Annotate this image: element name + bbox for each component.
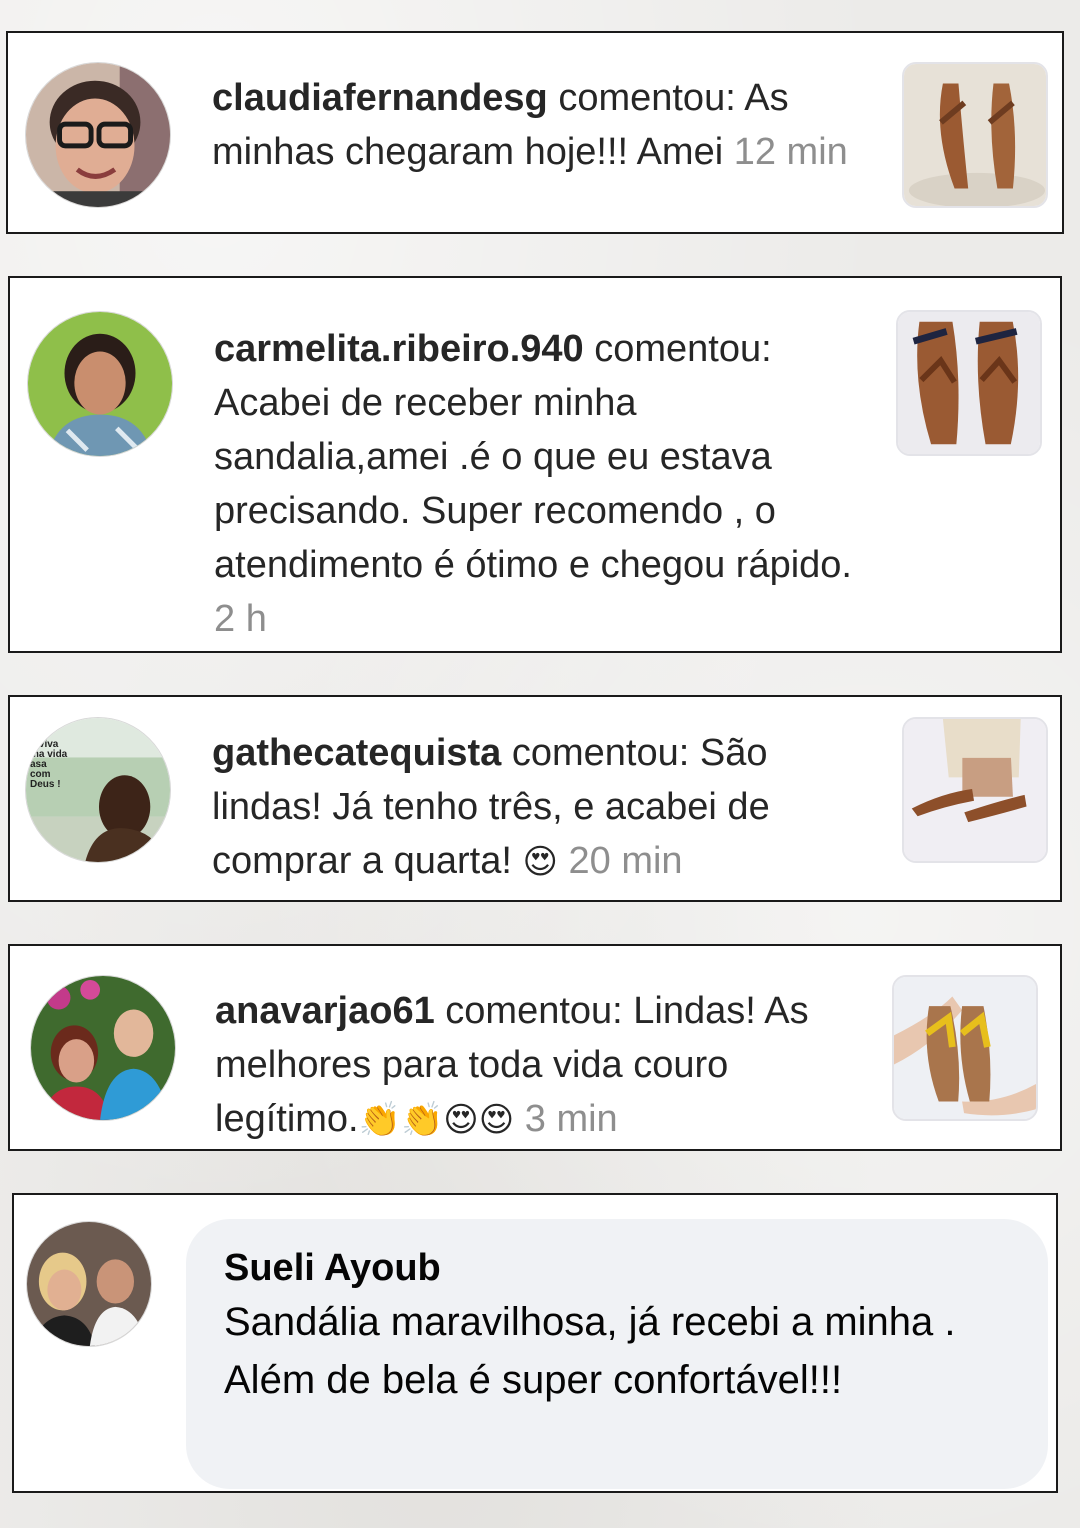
post-thumbnail[interactable]	[902, 717, 1048, 863]
timestamp: 2 h	[214, 598, 267, 640]
avatar-caption: o viva ma vida asa com Deus !	[30, 739, 68, 790]
avatar[interactable]	[27, 311, 173, 457]
username-link[interactable]: gathecatequista	[212, 732, 501, 774]
comment-action: comentou:	[434, 990, 634, 1032]
comment-card: o viva ma vida asa com Deus ! gathecateq…	[8, 695, 1062, 902]
post-thumbnail[interactable]	[896, 310, 1042, 456]
comment-bubble: Sueli Ayoub Sandália maravilhosa, já rec…	[186, 1219, 1048, 1489]
comment-text: carmelita.ribeiro.940 comentou: Acabei d…	[214, 322, 854, 646]
avatar-photo-couple-icon	[27, 1222, 151, 1346]
heart-eyes-emoji-icon: 😍	[522, 842, 558, 882]
clap-heart-eyes-emoji-icon: 👏👏😍😍	[358, 1100, 515, 1140]
sandal-product-photo-icon	[898, 312, 1040, 454]
comment-action: comentou:	[583, 328, 772, 370]
post-thumbnail[interactable]	[892, 975, 1038, 1121]
avatar-photo-woman-child-icon	[31, 976, 175, 1120]
timestamp: 12 min	[733, 131, 848, 173]
comment-text: gathecatequista comentou: São lindas! Já…	[212, 726, 852, 889]
comment-text: claudiafernandesg comentou: As minhas ch…	[212, 71, 852, 179]
comment-card: anavarjao61 comentou: Lindas! As melhore…	[8, 944, 1062, 1151]
comment-action: comentou:	[501, 732, 700, 774]
comment-text: anavarjao61 comentou: Lindas! As melhore…	[215, 984, 865, 1147]
avatar-photo-woman-glasses-icon	[26, 63, 170, 207]
comment-action: comentou:	[547, 77, 745, 119]
comment-body: Sandália maravilhosa, já recebi a minha …	[224, 1300, 956, 1402]
avatar[interactable]	[25, 62, 171, 208]
sandal-yellow-photo-icon	[894, 977, 1036, 1119]
avatar[interactable]	[30, 975, 176, 1121]
timestamp: 20 min	[568, 840, 683, 882]
comment-card: claudiafernandesg comentou: As minhas ch…	[6, 31, 1064, 234]
comment-body: Acabei de receber minha sandalia,amei .é…	[214, 382, 852, 586]
sandal-worn-photo-icon	[904, 719, 1046, 861]
commenter-name[interactable]: Sueli Ayoub	[224, 1243, 1010, 1293]
avatar[interactable]: o viva ma vida asa com Deus !	[25, 717, 171, 863]
facebook-comment-card: Sueli Ayoub Sandália maravilhosa, já rec…	[12, 1193, 1058, 1493]
username-link[interactable]: claudiafernandesg	[212, 77, 548, 119]
avatar-photo-woman-icon	[28, 312, 172, 456]
comment-card: carmelita.ribeiro.940 comentou: Acabei d…	[8, 276, 1062, 653]
timestamp: 3 min	[524, 1098, 618, 1140]
sandal-product-photo-icon	[904, 64, 1046, 206]
avatar[interactable]	[26, 1221, 152, 1347]
username-link[interactable]: anavarjao61	[215, 990, 435, 1032]
post-thumbnail[interactable]	[902, 62, 1048, 208]
username-link[interactable]: carmelita.ribeiro.940	[214, 328, 584, 370]
